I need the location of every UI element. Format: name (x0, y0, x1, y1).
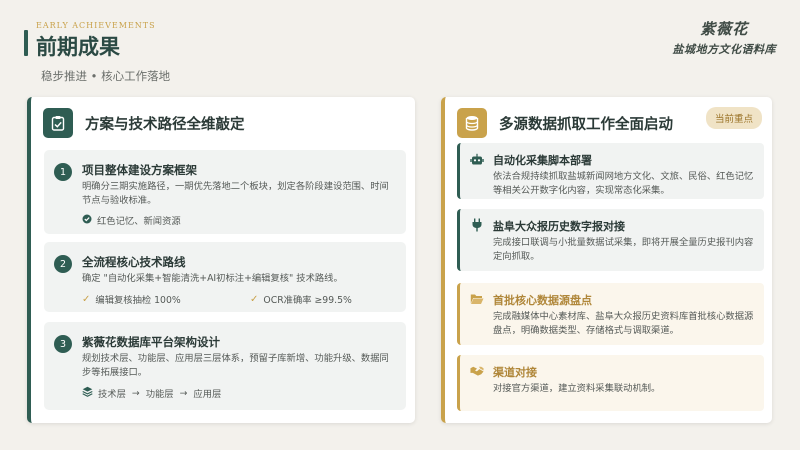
task-title: 渠道对接 (493, 366, 537, 379)
check-circle-icon (82, 214, 92, 227)
task-card: 首批核心数据源盘点 完成融媒体中心素材库、盐阜大众报历史资料库首批核心数据源盘点… (457, 283, 764, 345)
step-metric-ocr: ✓ OCR准确率 ≥99.5% (250, 292, 352, 307)
data-capture-panel: 多源数据抓取工作全面启动 当前重点 自动化采集脚本部署 依法合规持续抓取盐城新闻… (441, 97, 772, 423)
brand-name: 紫薇花 (700, 20, 749, 38)
robot-icon (470, 152, 484, 166)
step-description: 规划技术层、功能层、应用层三层体系，预留子库新增、功能升级、数据同步等拓展接口。 (82, 353, 389, 378)
data-panel-title: 多源数据抓取工作全面启动 (499, 116, 673, 133)
step-title: 紫薇花数据库平台架构设计 (82, 335, 220, 349)
task-card: 盐阜大众报历史数字报对接 完成接口联调与小批量数据试采集，即将开展全量历史报刊内… (457, 209, 764, 271)
step-card: 3 紫薇花数据库平台架构设计 规划技术层、功能层、应用层三层体系，预留子库新增、… (44, 322, 406, 410)
plan-panel-header: 方案与技术路径全维敲定 (43, 108, 245, 138)
metric-review-text: 编辑复核抽检 100% (95, 295, 181, 306)
task-card: 自动化采集脚本部署 依法合规持续抓取盐城新闻网地方文化、文旅、民俗、红色记忆等相… (457, 143, 764, 199)
eyebrow-label: EARLY ACHIEVEMENTS (36, 21, 156, 30)
layer-function: 功能层 (145, 389, 174, 400)
checkmark-icon: ✓ (250, 293, 259, 305)
task-title: 盐阜大众报历史数字报对接 (493, 220, 625, 233)
step-description: 确定 "自动化采集+智能清洗+AI初标注+编辑复核" 技术路线。 (82, 273, 343, 284)
clipboard-check-icon (43, 108, 73, 138)
layer-tech: 技术层 (98, 389, 126, 400)
brand-subtitle: 盐城地方文化语料库 (672, 43, 776, 56)
task-description: 对接官方渠道，建立资料采集联动机制。 (493, 383, 661, 394)
folder-open-icon (470, 292, 484, 306)
plug-icon (470, 218, 484, 232)
step-card: 1 项目整体建设方案框架 明确分三期实施路径，一期优先落地二个板块，划定各阶段建… (44, 150, 406, 234)
checkmark-icon: ✓ (82, 293, 91, 305)
step-number: 2 (54, 255, 72, 273)
step-meta: 红色记忆、新闻资源 (82, 213, 181, 227)
task-description: 完成融媒体中心素材库、盐阜大众报历史资料库首批核心数据源盘点，明确数据类型、存储… (493, 311, 754, 336)
task-title: 首批核心数据源盘点 (493, 294, 592, 307)
task-description: 依法合规持续抓取盐城新闻网地方文化、文旅、民俗、红色记忆等相关公开数字化内容，实… (493, 171, 754, 196)
step-description: 明确分三期实施路径，一期优先落地二个板块，划定各阶段建设范围、时间节点与验收标准… (82, 181, 389, 206)
step-title: 全流程核心技术路线 (82, 255, 186, 269)
arrow-right-icon: → (179, 387, 188, 399)
task-title: 自动化采集脚本部署 (493, 154, 592, 167)
title-accent-bar (24, 30, 28, 56)
plan-panel-title: 方案与技术路径全维敲定 (85, 116, 245, 133)
layers-icon (82, 386, 93, 400)
current-focus-badge: 当前重点 (705, 107, 762, 129)
metric-ocr-text: OCR准确率 ≥99.5% (263, 295, 352, 306)
page-header: EARLY ACHIEVEMENTS 前期成果 稳步推进 • 核心工作落地 紫薇… (24, 18, 784, 88)
data-panel-header: 多源数据抓取工作全面启动 (457, 108, 673, 138)
page-title: 前期成果 (36, 34, 120, 59)
layer-application: 应用层 (193, 389, 222, 400)
brand-logo: 紫薇花 盐城地方文化语料库 (673, 18, 777, 57)
handshake-icon (470, 364, 484, 378)
task-card: 渠道对接 对接官方渠道，建立资料采集联动机制。 (457, 355, 764, 411)
step-tags: 红色记忆、新闻资源 (97, 216, 181, 227)
step-number: 1 (54, 163, 72, 181)
arrow-right-icon: → (131, 387, 140, 399)
step-number: 3 (54, 335, 72, 353)
plan-panel: 方案与技术路径全维敲定 1 项目整体建设方案框架 明确分三期实施路径，一期优先落… (27, 97, 415, 423)
database-icon (457, 108, 487, 138)
step-metric-review: ✓ 编辑复核抽检 100% (82, 292, 181, 307)
task-description: 完成接口联调与小批量数据试采集，即将开展全量历史报刊内容定向抓取。 (493, 237, 754, 262)
step-card: 2 全流程核心技术路线 确定 "自动化采集+智能清洗+AI初标注+编辑复核" 技… (44, 242, 406, 312)
layer-flow: 技术层 → 功能层 → 应用层 (82, 386, 221, 400)
page-subtitle: 稳步推进 • 核心工作落地 (41, 69, 171, 83)
step-title: 项目整体建设方案框架 (82, 163, 197, 177)
